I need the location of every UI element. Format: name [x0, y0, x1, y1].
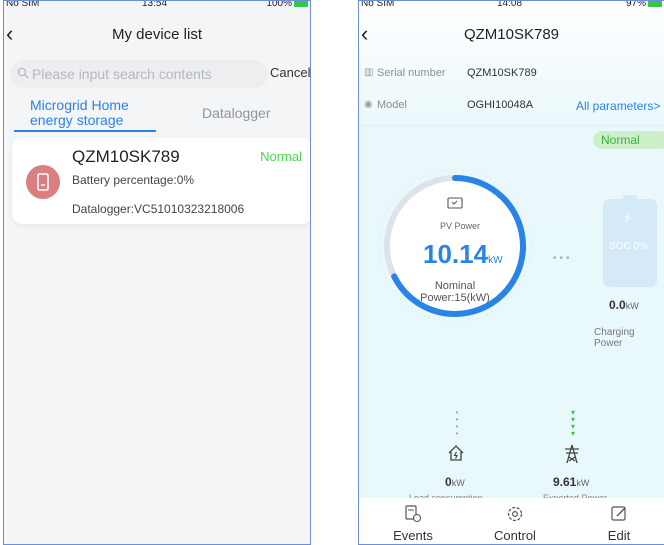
- status-bar: No SIM 14:08 97%: [359, 1, 664, 12]
- events-button[interactable]: Events: [373, 498, 453, 543]
- serial-number-value: QZM10SK789: [467, 67, 537, 79]
- house-icon: [448, 445, 464, 461]
- datalogger-text: Datalogger:VC51010323218006: [72, 202, 245, 216]
- device-detail-screen: No SIM 14:08 97% ‹ QZM10SK789 ▥ Serial n…: [358, 0, 664, 545]
- export-flow-arrows: ▾ ▾ ▾ ▾: [570, 408, 575, 438]
- nominal-power-line2: Power:15(kW): [420, 292, 490, 304]
- status-time: 13:54: [142, 0, 168, 9]
- battery-icon: [648, 1, 662, 7]
- carrier-label: No SIM: [361, 0, 395, 9]
- search-icon: [17, 67, 29, 79]
- device-status-badge: Normal: [260, 149, 302, 164]
- nav-bar: ‹ My device list: [4, 19, 310, 51]
- pv-power-value: 10.14kW: [423, 239, 503, 270]
- exported-power-value: 9.61kW: [553, 475, 589, 489]
- battery-icon: [294, 1, 308, 7]
- charging-power-value: 0.0kW: [609, 298, 639, 312]
- load-consumption-number: 0: [445, 475, 452, 489]
- active-tab-indicator: [14, 130, 156, 132]
- load-consumption-value: 0kW: [445, 475, 465, 489]
- pv-power-unit: kW: [488, 255, 503, 266]
- battery-soc: SOC 0%: [609, 241, 648, 252]
- tab-label-line1: Microgrid Home: [30, 97, 129, 113]
- events-label: Events: [393, 528, 433, 543]
- page-title: My device list: [111, 26, 203, 43]
- status-time: 14:08: [497, 0, 523, 9]
- serial-number-row: ▥ Serial number QZM10SK789: [359, 64, 664, 88]
- device-name: QZM10SK789: [72, 147, 180, 166]
- edit-label: Edit: [607, 528, 631, 543]
- pv-panel-icon: [447, 197, 463, 209]
- battery-status: 97%: [625, 0, 662, 9]
- load-flow-dots: • • • •: [455, 408, 459, 438]
- lightning-bolt-icon: ⚡: [623, 211, 633, 226]
- control-label: Control: [494, 528, 536, 543]
- pv-power-number: 10.14: [423, 239, 489, 269]
- serial-number-icon: ▥: [364, 67, 374, 78]
- search-input[interactable]: [32, 64, 262, 84]
- power-tower-icon: [565, 444, 579, 464]
- battery-percent: 97%: [625, 0, 646, 9]
- all-parameters-link[interactable]: All parameters>: [576, 99, 660, 113]
- status-bar: No SIM 13:54 100%: [4, 1, 310, 12]
- cancel-button[interactable]: Cancel: [270, 65, 310, 80]
- device-list-screen: No SIM 13:54 100% ‹ My device list Cance…: [3, 0, 311, 545]
- control-button[interactable]: Control: [475, 498, 555, 543]
- carrier-label: No SIM: [6, 0, 40, 9]
- bottom-tab-bar: Events Control Edit: [359, 498, 664, 544]
- page-title: QZM10SK789: [463, 26, 560, 43]
- battery-status: 100%: [266, 0, 308, 9]
- charging-power-number: 0.0: [609, 298, 626, 312]
- exported-power-unit: kW: [576, 478, 590, 488]
- nav-bar: ‹ QZM10SK789: [359, 19, 664, 51]
- nominal-power: Nominal Power:15(kW): [405, 280, 505, 304]
- search-bar[interactable]: [10, 60, 268, 88]
- model-icon: ◉: [364, 99, 373, 110]
- tab-microgrid-home-energy-storage[interactable]: Microgrid Home energy storage: [30, 98, 129, 128]
- serial-number-label: Serial number: [377, 67, 446, 79]
- model-value: OGHI10048A: [467, 99, 534, 111]
- battery-percent: 100%: [266, 0, 292, 9]
- edit-button[interactable]: Edit: [579, 498, 659, 543]
- tab-datalogger[interactable]: Datalogger: [202, 106, 271, 121]
- events-icon: [405, 505, 422, 523]
- device-card[interactable]: QZM10SK789 Normal Battery percentage:0% …: [12, 138, 310, 224]
- nominal-power-line1: Nominal: [434, 280, 476, 292]
- device-icon: [26, 165, 60, 199]
- gear-icon: [507, 506, 523, 522]
- edit-icon: [611, 506, 626, 521]
- charging-power-label: Charging Power: [594, 327, 635, 349]
- load-consumption-unit: kW: [451, 478, 465, 488]
- exported-power-number: 9.61: [553, 475, 577, 489]
- charging-power-unit: kW: [625, 301, 639, 311]
- model-label: Model: [377, 99, 407, 111]
- battery-percentage-text: Battery percentage:0%: [72, 173, 195, 187]
- tab-label-line2: energy storage: [30, 112, 124, 128]
- divider: [359, 125, 664, 126]
- status-badge: Normal: [593, 131, 664, 149]
- pv-power-label: PV Power: [439, 221, 481, 231]
- pv-battery-flow-dots: •••: [553, 253, 573, 264]
